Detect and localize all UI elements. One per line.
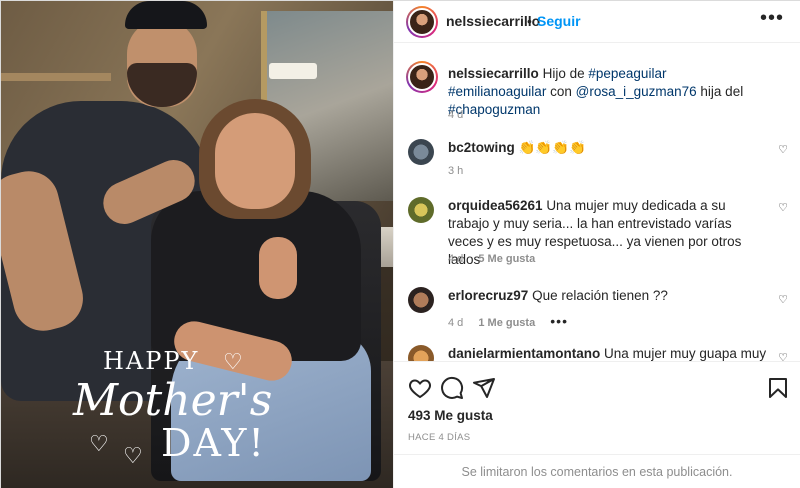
comment-username[interactable]: erlorecruz97 (448, 288, 528, 303)
caption-time[interactable]: 4 d (448, 109, 463, 121)
comment-time[interactable]: 3 h (448, 165, 463, 177)
mention-link[interactable]: @rosa_i_guzman76 (576, 84, 697, 99)
comment-username[interactable]: danielarmientamontano (448, 346, 600, 361)
comment-icon[interactable] (440, 376, 464, 400)
hashtag-link[interactable]: #pepeaguilar (588, 66, 666, 81)
woman-peace-hand (259, 237, 297, 299)
share-icon[interactable] (472, 376, 496, 400)
caption-text-part: con (550, 84, 572, 99)
heart-icon[interactable]: ♡ (778, 143, 788, 156)
author-avatar[interactable] (406, 6, 438, 38)
comments-list[interactable]: nelssiecarrillo Hijo de #pepeaguilar #em… (394, 43, 800, 361)
commenter-avatar[interactable] (408, 287, 434, 313)
header-separator: • (527, 13, 532, 29)
comment-likes[interactable]: 1 Me gusta (478, 317, 535, 329)
comment-likes[interactable]: 5 Me gusta (478, 253, 535, 265)
post-image[interactable]: ♡ HAPPY Mother's ♡ ♡ DAY! (1, 1, 393, 488)
commenter-avatar[interactable] (408, 345, 434, 361)
man-cap (125, 1, 207, 29)
caption-avatar[interactable] (406, 61, 438, 93)
post-header: nelssiecarrillo • Seguir ••• (394, 1, 800, 43)
caption-text: nelssiecarrillo Hijo de #pepeaguilar #em… (448, 65, 768, 119)
comment-meta: 4 d 5 Me gusta (448, 253, 535, 265)
comment-text: erlorecruz97 Que relación tienen ?? (448, 287, 768, 305)
heart-icon: ♡ (89, 431, 109, 456)
instagram-post-modal: ♡ HAPPY Mother's ♡ ♡ DAY! nelssiecarrill… (0, 0, 800, 488)
post-date[interactable]: HACE 4 DÍAS (408, 432, 470, 443)
likes-count[interactable]: 493 Me gusta (408, 408, 493, 423)
comment-meta: 4 d 1 Me gusta ••• (448, 313, 568, 329)
like-icon[interactable] (408, 376, 432, 400)
background-shelf (1, 73, 111, 81)
caption-username[interactable]: nelssiecarrillo (448, 66, 539, 81)
heart-icon[interactable]: ♡ (778, 351, 788, 361)
mothers-day-overlay: ♡ HAPPY Mother's ♡ ♡ DAY! (73, 343, 293, 473)
heart-icon[interactable]: ♡ (778, 201, 788, 214)
comment-body: Que relación tienen ?? (532, 288, 668, 303)
comment-text: danielarmientamontano Una mujer muy guap… (448, 345, 768, 361)
comment-time[interactable]: 4 d (448, 317, 463, 329)
commenter-avatar[interactable] (408, 139, 434, 165)
caption-text-part: hija del (700, 84, 744, 99)
follow-button[interactable]: Seguir (537, 13, 581, 29)
heart-icon: ♡ (123, 443, 143, 468)
caption-text-part: Hijo de (542, 66, 585, 81)
more-options-icon[interactable]: ••• (760, 7, 784, 30)
heart-icon[interactable]: ♡ (778, 293, 788, 306)
save-bookmark-icon[interactable] (766, 376, 790, 400)
comment-text: bc2towing 👏👏👏👏 (448, 139, 768, 157)
overlay-mothers: Mother's (73, 375, 273, 426)
comment-time[interactable]: 4 d (448, 253, 463, 265)
post-details-panel: nelssiecarrillo • Seguir ••• nelssiecarr… (393, 1, 800, 488)
woman-face (215, 113, 295, 209)
post-actions: 493 Me gusta HACE 4 DÍAS Se limitaron lo… (394, 361, 800, 488)
comment-meta: 3 h (448, 165, 463, 177)
comment-username[interactable]: orquidea56261 (448, 198, 543, 213)
caption-meta: 4 d (448, 109, 463, 121)
comments-limited-notice: Se limitaron los comentarios en esta pub… (394, 454, 800, 488)
background-light (269, 63, 317, 79)
overlay-day: DAY! (161, 421, 266, 465)
commenter-avatar[interactable] (408, 197, 434, 223)
overlay-happy: HAPPY (103, 347, 200, 375)
hashtag-link[interactable]: #emilianoaguilar (448, 84, 546, 99)
comment-body: Una mujer muy guapa muy (604, 346, 767, 361)
comment-username[interactable]: bc2towing (448, 140, 515, 155)
comment-options-icon[interactable]: ••• (550, 313, 568, 329)
comment-body: 👏👏👏👏 (518, 140, 586, 155)
heart-icon: ♡ (223, 349, 243, 374)
